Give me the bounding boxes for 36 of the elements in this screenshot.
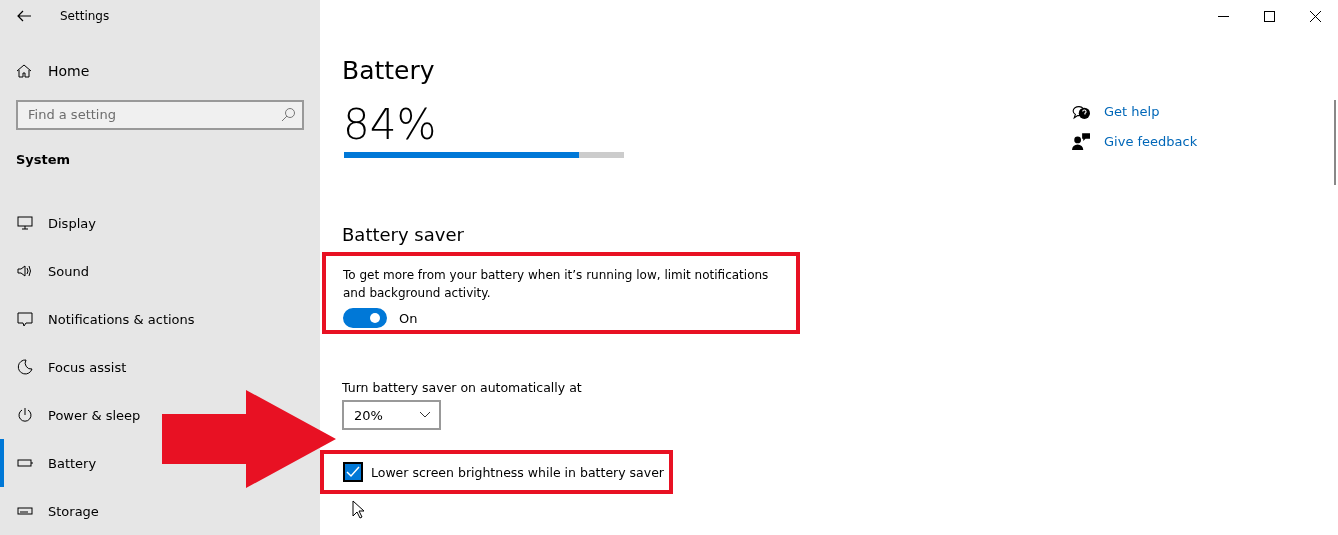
sidebar-item[interactable]: Power & sleep bbox=[0, 391, 147, 439]
home-icon[interactable] bbox=[16, 63, 32, 80]
help-link[interactable]: Get help bbox=[1072, 102, 1198, 120]
feedback-link[interactable]: Give feedback bbox=[1072, 132, 1198, 150]
power-icon bbox=[17, 407, 33, 423]
dropdown-label: Turn battery saver on automatically at bbox=[342, 380, 583, 395]
page-title: Battery bbox=[342, 56, 436, 87]
scrollbar[interactable] bbox=[1334, 100, 1336, 185]
checkbox-label: Lower screen brightness while in battery saver bbox=[371, 464, 664, 480]
section-heading: System bbox=[15, 151, 72, 169]
window-title: Settings bbox=[60, 9, 110, 24]
maximize-icon bbox=[1263, 10, 1275, 22]
focus-icon bbox=[17, 359, 33, 375]
battery-percentage: 84% bbox=[342, 100, 438, 151]
search-icon[interactable] bbox=[280, 106, 296, 123]
toggle-label: On bbox=[399, 310, 418, 326]
sidebar-item[interactable]: Storage bbox=[0, 487, 105, 535]
checkbox[interactable] bbox=[343, 462, 363, 482]
chevron-down-icon bbox=[419, 411, 431, 419]
section-heading: Battery saver bbox=[342, 224, 465, 247]
search-field[interactable]: Find a setting bbox=[16, 99, 304, 130]
sidebar-item[interactable]: Sound bbox=[0, 247, 95, 295]
sidebar-item[interactable]: Battery bbox=[0, 439, 103, 487]
sidebar-item[interactable]: Display bbox=[0, 199, 102, 247]
threshold-dropdown[interactable]: 20% bbox=[342, 400, 441, 430]
close-icon bbox=[1309, 10, 1321, 22]
sidebar-item[interactable]: Notifications & actions bbox=[0, 295, 201, 343]
cursor-icon bbox=[352, 500, 364, 519]
sound-icon bbox=[17, 263, 33, 279]
home-link[interactable]: Home bbox=[48, 63, 90, 80]
person-speech-icon bbox=[1072, 132, 1090, 150]
notifications-icon bbox=[17, 311, 33, 327]
display-icon bbox=[17, 215, 33, 231]
description-text: To get more from your battery when it’s running low, limit notifications and background activity. bbox=[343, 267, 770, 302]
sidebar-item[interactable]: Focus assist bbox=[0, 343, 133, 391]
toggle-switch[interactable] bbox=[343, 308, 387, 328]
